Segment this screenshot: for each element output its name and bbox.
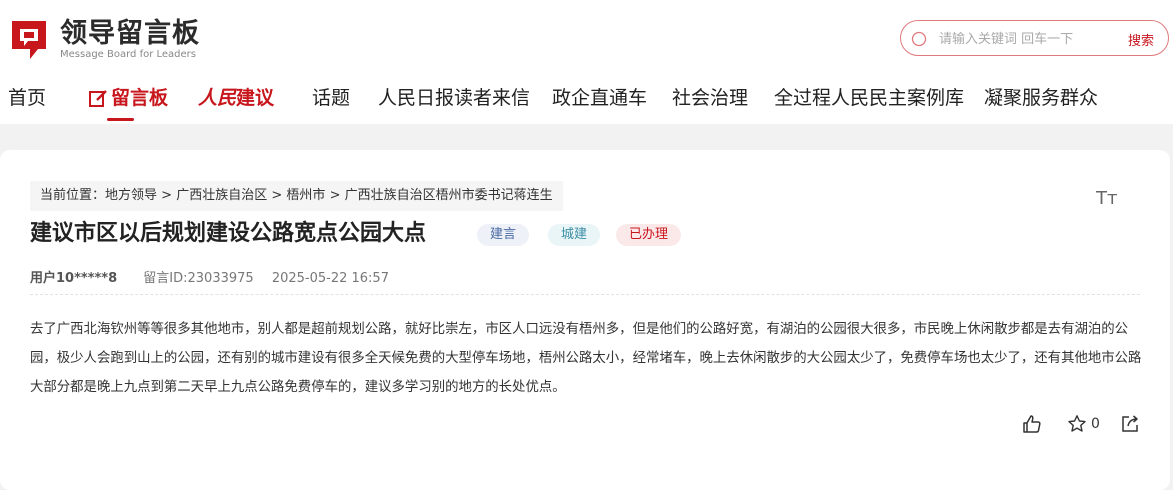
favorite-count: 0 bbox=[1091, 416, 1100, 432]
nav-message-board-label: 留言板 bbox=[111, 87, 169, 109]
main-nav: 首页 留言板 人民建议 话题 人民日报读者来信 政企直通车 社会治理 全过程人民… bbox=[0, 84, 1173, 114]
breadcrumb-separator: > bbox=[271, 188, 283, 203]
message-card: 当前位置：地方领导 > 广西壮族自治区 > 梧州市 > 广西壮族自治区梧州市委书… bbox=[0, 150, 1170, 490]
nav-message-board[interactable]: 留言板 bbox=[88, 84, 168, 112]
nav-home[interactable]: 首页 bbox=[8, 84, 46, 112]
nav-serve-masses[interactable]: 凝聚服务群众 bbox=[984, 84, 1098, 112]
thumbs-up-icon bbox=[1023, 415, 1041, 433]
logo-subtitle: Message Board for Leaders bbox=[60, 49, 197, 60]
favorite-button[interactable]: 0 bbox=[1067, 414, 1100, 434]
breadcrumb-item[interactable]: 广西壮族自治区梧州市委书记蒋连生 bbox=[345, 188, 553, 203]
message-meta: 用户10*****8 留言ID:23033975 2025-05-22 16:5… bbox=[30, 267, 389, 286]
nav-people-suggestion[interactable]: 人民建议 bbox=[198, 84, 274, 112]
breadcrumb-item[interactable]: 广西壮族自治区 bbox=[176, 188, 267, 203]
breadcrumb-separator: > bbox=[329, 188, 341, 203]
nav-active-underline bbox=[107, 118, 134, 121]
nav-topics[interactable]: 话题 bbox=[312, 84, 350, 112]
message-body: 去了广西北海钦州等等很多其他地市，别人都是超前规划公路，就好比崇左，市区人口远没… bbox=[30, 322, 1142, 395]
like-button[interactable] bbox=[1022, 414, 1042, 434]
divider bbox=[30, 294, 1140, 295]
search-input[interactable] bbox=[939, 29, 1119, 49]
breadcrumb-separator: > bbox=[161, 188, 173, 203]
share-icon bbox=[1122, 415, 1138, 432]
search-box: 搜索 bbox=[900, 20, 1169, 56]
font-size-toggle-icon[interactable]: Tт bbox=[1096, 188, 1117, 209]
breadcrumb: 当前位置：地方领导 > 广西壮族自治区 > 梧州市 > 广西壮族自治区梧州市委书… bbox=[30, 181, 563, 211]
tag-status-handled: 已办理 bbox=[616, 224, 682, 246]
edit-icon bbox=[89, 90, 107, 107]
tag-suggestion: 建言 bbox=[477, 224, 530, 246]
message-datetime: 2025-05-22 16:57 bbox=[271, 271, 389, 286]
jianyi-label: 建议 bbox=[236, 87, 275, 109]
breadcrumb-label: 当前位置： bbox=[40, 188, 106, 203]
search-circle-icon bbox=[911, 31, 927, 47]
star-icon bbox=[1068, 415, 1086, 432]
search-button[interactable]: 搜索 bbox=[1128, 30, 1154, 49]
breadcrumb-item[interactable]: 梧州市 bbox=[286, 188, 325, 203]
nav-business-express[interactable]: 政企直通车 bbox=[552, 84, 647, 112]
nav-social-governance[interactable]: 社会治理 bbox=[672, 84, 748, 112]
top-bar: 领导留言板 Message Board for Leaders 搜索 首页 留言… bbox=[0, 0, 1173, 124]
author-name: 用户10*****8 bbox=[30, 271, 118, 286]
nav-democracy-cases[interactable]: 全过程人民民主案例库 bbox=[774, 84, 964, 112]
tag-urban-construction: 城建 bbox=[548, 224, 601, 246]
share-button[interactable] bbox=[1120, 414, 1140, 434]
logo-icon bbox=[12, 21, 46, 59]
nav-readers-letters[interactable]: 人民日报读者来信 bbox=[378, 84, 530, 112]
message-title: 建议市区以后规划建设公路宽点公园大点 bbox=[30, 221, 427, 246]
logo-title: 领导留言板 bbox=[60, 18, 200, 49]
renmin-logo-text: 人民 bbox=[198, 87, 237, 109]
message-id: 留言ID:23033975 bbox=[143, 271, 254, 286]
site-logo[interactable]: 领导留言板 Message Board for Leaders bbox=[8, 19, 200, 61]
breadcrumb-item[interactable]: 地方领导 bbox=[105, 188, 157, 203]
